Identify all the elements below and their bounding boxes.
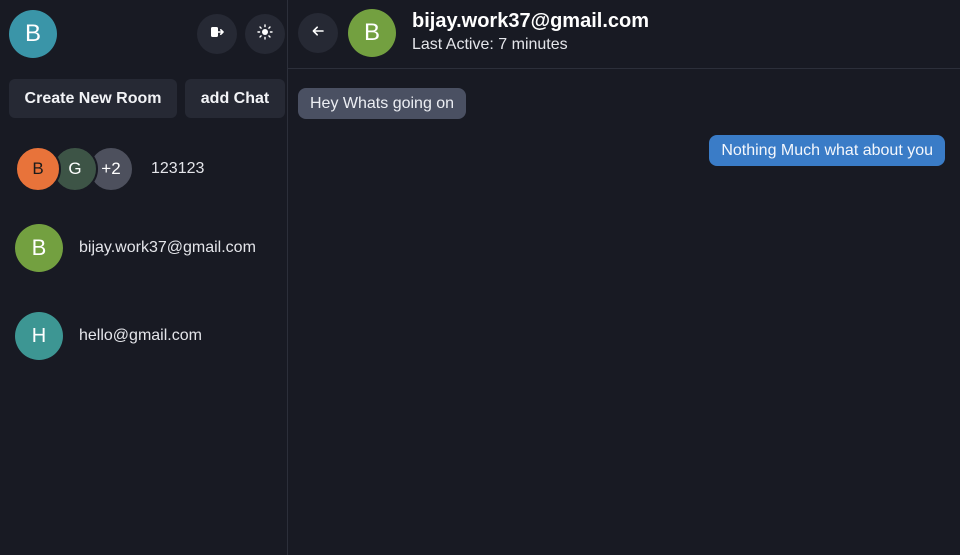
arrow-left-icon bbox=[312, 24, 324, 42]
back-button[interactable] bbox=[298, 13, 338, 53]
message-outgoing: Nothing Much what about you bbox=[709, 135, 945, 166]
chat-app: B Create New Room add Chat B G +2 123123… bbox=[0, 0, 960, 555]
add-chat-button[interactable]: add Chat bbox=[185, 79, 285, 118]
user-avatar[interactable]: B bbox=[9, 10, 57, 58]
chat-item-label: bijay.work37@gmail.com bbox=[79, 239, 256, 256]
avatar: B bbox=[15, 146, 61, 192]
conversation-header: B bijay.work37@gmail.com Last Active: 7 … bbox=[288, 0, 960, 69]
create-room-button[interactable]: Create New Room bbox=[9, 79, 177, 118]
sidebar: B Create New Room add Chat B G +2 123123… bbox=[0, 0, 288, 555]
contact-name: bijay.work37@gmail.com bbox=[412, 10, 649, 32]
group-avatar-stack: B G +2 bbox=[15, 145, 135, 193]
theme-toggle-button[interactable] bbox=[245, 14, 285, 54]
chat-item-label: 123123 bbox=[151, 160, 205, 177]
logout-button[interactable] bbox=[197, 14, 237, 54]
sidebar-actions: Create New Room add Chat bbox=[9, 79, 285, 118]
sun-icon bbox=[257, 23, 273, 45]
avatar: H bbox=[15, 312, 63, 360]
avatar: B bbox=[15, 224, 63, 272]
chat-item-label: hello@gmail.com bbox=[79, 327, 202, 344]
last-active-status: Last Active: 7 minutes bbox=[412, 36, 568, 53]
chat-item[interactable]: B bijay.work37@gmail.com bbox=[0, 204, 287, 292]
message-incoming: Hey Whats going on bbox=[298, 88, 467, 119]
chat-list: B G +2 123123 B bijay.work37@gmail.com H… bbox=[0, 134, 287, 380]
sidebar-header: B bbox=[0, 0, 287, 68]
chat-item-group[interactable]: B G +2 123123 bbox=[0, 134, 287, 204]
logout-icon bbox=[210, 25, 224, 44]
conversation-panel: B bijay.work37@gmail.com Last Active: 7 … bbox=[288, 0, 960, 555]
chat-item[interactable]: H hello@gmail.com bbox=[0, 292, 287, 380]
contact-avatar: B bbox=[348, 9, 396, 57]
